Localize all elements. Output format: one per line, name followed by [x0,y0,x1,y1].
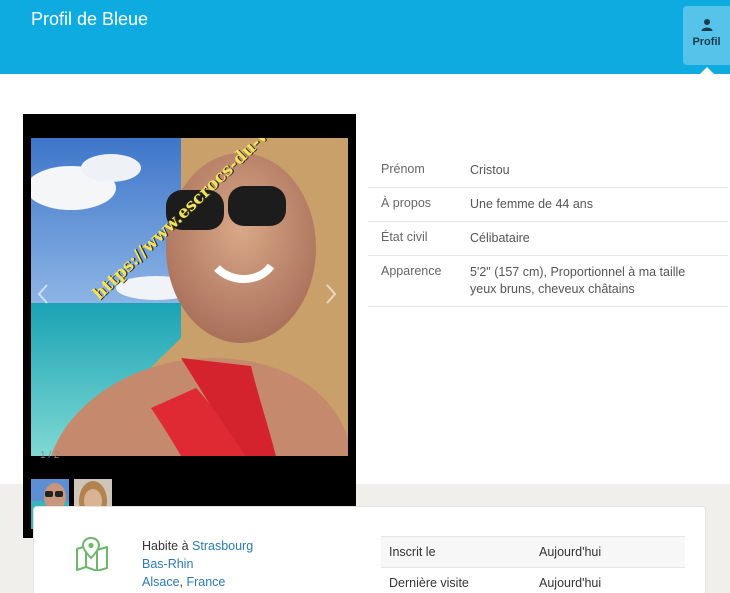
lives-prefix: Habite à [142,539,193,553]
details-row-etat-civil: État civil Célibataire [368,221,728,256]
profile-details-table: Prénom Cristou À propos Une femme de 44 … [368,154,728,307]
stats-label: Dernière visite [381,567,531,593]
photo-gallery: https://www.escrocs-du-web.fr 1 / 2 [23,114,356,538]
location-region-line: Alsace, France [142,573,253,591]
location-city-line: Habite à Strasbourg [142,537,253,555]
location-card: Habite à Strasbourg Bas-Rhin Alsace, Fra… [33,506,706,593]
page-title: Profil de Bleue [31,9,149,29]
details-value: Cristou [470,154,728,188]
stats-row-derniere-visite: Dernière visite Aujourd'hui [381,567,685,593]
location-text: Habite à Strasbourg Bas-Rhin Alsace, Fra… [142,537,253,591]
department-link[interactable]: Bas-Rhin [142,555,253,573]
stats-value: Aujourd'hui [531,567,685,593]
tab-profil-label: Profil [692,36,721,48]
profile-panel: https://www.escrocs-du-web.fr 1 / 2 [0,74,730,538]
details-value-link[interactable]: 5'2" (157 cm), Proportionnel à ma taille… [470,255,728,307]
page-header: Profil de Bleue Profil [0,0,730,74]
user-icon [701,19,712,31]
details-row-a-propos: À propos Une femme de 44 ans [368,187,728,222]
details-label: État civil [368,221,470,256]
photo-counter: 1 / 2 [40,450,60,461]
details-label: Prénom [368,154,470,188]
tab-pointer [700,67,714,74]
chevron-right-icon[interactable] [323,282,339,306]
city-link[interactable]: Strasbourg [192,539,253,553]
chevron-left-icon[interactable] [35,282,51,306]
main-photo[interactable]: https://www.escrocs-du-web.fr [31,138,348,456]
details-label: Apparence [368,255,470,307]
details-value: Une femme de 44 ans [470,187,728,222]
map-icon [76,537,108,571]
apparence-line-1[interactable]: 5'2" (157 cm), Proportionnel à ma taille [470,265,685,279]
details-row-prenom: Prénom Cristou [368,154,728,188]
tab-profil[interactable]: Profil [683,6,730,65]
stats-label: Inscrit le [381,536,531,568]
apparence-line-2[interactable]: yeux bruns, cheveux châtains [470,282,635,296]
activity-stats-table: Inscrit le Aujourd'hui Dernière visite A… [381,536,685,593]
stats-value: Aujourd'hui [531,536,685,568]
stats-row-inscrit: Inscrit le Aujourd'hui [381,536,685,568]
details-label: À propos [368,187,470,222]
country-link[interactable]: France [186,575,225,589]
details-row-apparence: Apparence 5'2" (157 cm), Proportionnel à… [368,255,728,307]
region-link[interactable]: Alsace [142,575,180,589]
details-value-link[interactable]: Célibataire [470,221,728,256]
